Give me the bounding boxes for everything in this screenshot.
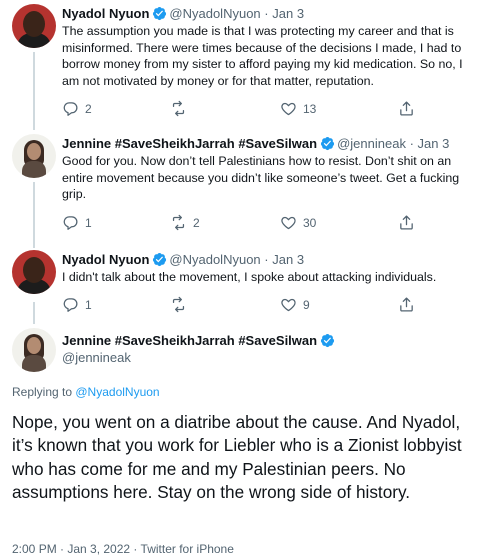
author-handle[interactable]: @NyadolNyuon [169,6,260,21]
author-handle[interactable]: @jennineak [337,136,406,151]
tweet-text: I didn't talk about the movement, I spok… [62,270,437,284]
author-name[interactable]: Jennine #SaveSheikhJarrah #SaveSilwan [62,333,317,348]
like-button[interactable]: 30 [280,214,316,231]
like-count: 9 [303,297,310,312]
separator: · [409,136,414,151]
like-count: 30 [303,215,317,230]
main-tweet-text: Nope, you went on a diatribe about the c… [12,412,462,503]
separator: · [264,6,269,21]
reply-button[interactable]: 2 [62,100,92,117]
like-count: 13 [303,101,317,116]
retweet-icon [170,100,187,117]
retweet-icon [170,214,187,231]
author-handle[interactable]: @jennineak [62,349,337,366]
like-icon [280,296,297,313]
reply-count: 1 [85,215,92,230]
avatar[interactable] [12,4,56,48]
tweet-actions: 2 13 [62,100,482,118]
tweet-header: Nyadol Nyuon @NyadolNyuon · Jan 3 [62,6,304,22]
verified-badge-icon [320,333,335,348]
reply-button[interactable]: 1 [62,214,92,231]
share-icon [398,100,415,117]
like-icon [280,214,297,231]
tweet-date[interactable]: Jan 3 [272,252,304,267]
tweet-meta[interactable]: 2:00 PM · Jan 3, 2022 · Twitter for iPho… [12,542,234,556]
like-button[interactable]: 9 [280,296,310,313]
verified-badge-icon [152,252,167,267]
verified-badge-icon [320,136,335,151]
retweet-count: 2 [193,215,200,230]
tweet-text: Good for you. Now don’t tell Palestinian… [62,154,460,201]
tweet-date[interactable]: Jan 3 [418,136,450,151]
reply-icon [62,296,79,313]
author-handle[interactable]: @NyadolNyuon [169,252,260,267]
reply-button[interactable]: 1 [62,296,92,313]
share-button[interactable] [398,100,415,117]
tweet-actions: 1 2 30 [62,214,482,232]
tweet-header: Jennine #SaveSheikhJarrah #SaveSilwan @j… [62,332,337,366]
author-name[interactable]: Jennine #SaveSheikhJarrah #SaveSilwan [62,136,317,151]
retweet-button[interactable] [170,100,193,117]
verified-badge-icon [152,6,167,21]
tweet-text: The assumption you made is that I was pr… [62,24,463,88]
like-icon [280,100,297,117]
tweet-3[interactable]: Nyadol Nyuon @NyadolNyuon · Jan 3 I didn'… [0,244,493,320]
share-button[interactable] [398,296,415,313]
main-tweet: Jennine #SaveSheikhJarrah #SaveSilwan @j… [0,320,493,560]
retweet-button[interactable]: 2 [170,214,200,231]
share-icon [398,296,415,313]
retweet-button[interactable] [170,296,193,313]
avatar[interactable] [12,328,56,372]
reply-icon [62,214,79,231]
reply-icon [62,100,79,117]
replying-to: Replying to @NyadolNyuon [12,385,160,399]
avatar[interactable] [12,250,56,294]
reply-count: 2 [85,101,92,116]
tweet-actions: 1 9 [62,296,482,314]
tweet-1[interactable]: Nyadol Nyuon @NyadolNyuon · Jan 3 The ass… [0,0,493,128]
like-button[interactable]: 13 [280,100,316,117]
retweet-icon [170,296,187,313]
separator: · [264,252,269,267]
tweet-date[interactable]: Jan 3 [272,6,304,21]
reply-count: 1 [85,297,92,312]
share-button[interactable] [398,214,415,231]
tweet-header: Jennine #SaveSheikhJarrah #SaveSilwan @je… [62,136,449,152]
author-name[interactable]: Nyadol Nyuon [62,6,149,21]
replying-to-label: Replying to [12,385,76,399]
avatar[interactable] [12,134,56,178]
author-name[interactable]: Nyadol Nyuon [62,252,149,267]
replying-to-link[interactable]: @NyadolNyuon [75,385,159,399]
tweet-2[interactable]: Jennine #SaveSheikhJarrah #SaveSilwan @je… [0,128,493,244]
tweet-header: Nyadol Nyuon @NyadolNyuon · Jan 3 [62,252,304,268]
share-icon [398,214,415,231]
